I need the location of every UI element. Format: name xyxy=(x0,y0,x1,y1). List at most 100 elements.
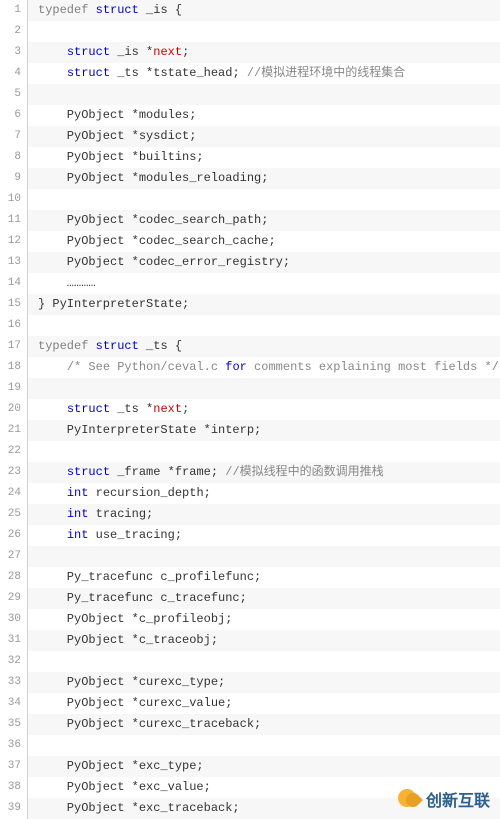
code-line: struct _ts *tstate_head; //模拟进程环境中的线程集合 xyxy=(28,63,500,84)
code-token: _is * xyxy=(110,45,153,59)
line-number: 35 xyxy=(0,714,27,735)
code-token: int xyxy=(67,486,89,500)
code-token: PyObject *builtins; xyxy=(38,150,204,164)
code-line xyxy=(28,735,500,756)
code-token: PyObject *modules_reloading; xyxy=(38,171,268,185)
code-token: ; xyxy=(182,45,189,59)
code-line: PyObject *modules_reloading; xyxy=(28,168,500,189)
code-line: PyObject *exc_type; xyxy=(28,756,500,777)
code-token: struct xyxy=(67,465,110,479)
code-token: PyObject *exc_traceback; xyxy=(38,801,240,815)
code-token: tracing; xyxy=(88,507,153,521)
line-number: 39 xyxy=(0,798,27,819)
code-area: typedef struct _is { struct _is *next; s… xyxy=(28,0,500,819)
code-container: 1234567891011121314151617181920212223242… xyxy=(0,0,500,819)
code-line: int recursion_depth; xyxy=(28,483,500,504)
line-number: 19 xyxy=(0,378,27,399)
line-number: 11 xyxy=(0,210,27,231)
code-line xyxy=(28,21,500,42)
code-line: int use_tracing; xyxy=(28,525,500,546)
code-token: } PyInterpreterState; xyxy=(38,297,189,311)
code-line: struct _is *next; xyxy=(28,42,500,63)
code-line: PyInterpreterState *interp; xyxy=(28,420,500,441)
code-line: PyObject *codec_search_path; xyxy=(28,210,500,231)
code-token: next xyxy=(153,402,182,416)
line-number: 26 xyxy=(0,525,27,546)
code-token: _ts { xyxy=(139,339,182,353)
line-number: 8 xyxy=(0,147,27,168)
code-token: Py_tracefunc c_profilefunc; xyxy=(38,570,261,584)
code-line: PyObject *curexc_traceback; xyxy=(28,714,500,735)
code-token xyxy=(38,528,67,542)
line-number: 24 xyxy=(0,483,27,504)
line-number: 33 xyxy=(0,672,27,693)
line-number: 36 xyxy=(0,735,27,756)
code-line xyxy=(28,441,500,462)
code-token xyxy=(38,507,67,521)
code-line: typedef struct _ts { xyxy=(28,336,500,357)
line-number: 28 xyxy=(0,567,27,588)
code-line xyxy=(28,546,500,567)
code-token: struct xyxy=(96,339,139,353)
code-line: PyObject *modules; xyxy=(28,105,500,126)
code-token: PyObject *exc_value; xyxy=(38,780,211,794)
code-line xyxy=(28,189,500,210)
code-token: //模拟进程环境中的线程集合 xyxy=(247,66,405,80)
code-token: _ts *tstate_head; xyxy=(110,66,247,80)
line-number: 3 xyxy=(0,42,27,63)
line-number: 13 xyxy=(0,252,27,273)
line-number: 23 xyxy=(0,462,27,483)
code-token xyxy=(38,66,67,80)
code-token: _is { xyxy=(139,3,182,17)
code-line: /* See Python/ceval.c for comments expla… xyxy=(28,357,500,378)
line-number: 15 xyxy=(0,294,27,315)
code-token: recursion_depth; xyxy=(88,486,210,500)
code-token xyxy=(38,402,67,416)
line-number: 37 xyxy=(0,756,27,777)
line-number-gutter: 1234567891011121314151617181920212223242… xyxy=(0,0,28,819)
code-line: PyObject *c_traceobj; xyxy=(28,630,500,651)
code-token xyxy=(88,339,95,353)
code-line xyxy=(28,84,500,105)
line-number: 30 xyxy=(0,609,27,630)
code-token xyxy=(38,360,67,374)
code-line xyxy=(28,315,500,336)
code-token: typedef xyxy=(38,3,88,17)
code-token: int xyxy=(67,528,89,542)
code-line: PyObject *curexc_type; xyxy=(28,672,500,693)
code-token: struct xyxy=(96,3,139,17)
line-number: 27 xyxy=(0,546,27,567)
code-token: typedef xyxy=(38,339,88,353)
line-number: 9 xyxy=(0,168,27,189)
code-token xyxy=(38,465,67,479)
code-token: PyObject *sysdict; xyxy=(38,129,196,143)
line-number: 2 xyxy=(0,21,27,42)
code-token: struct xyxy=(67,402,110,416)
line-number: 7 xyxy=(0,126,27,147)
line-number: 18 xyxy=(0,357,27,378)
code-token xyxy=(38,45,67,59)
code-token: struct xyxy=(67,66,110,80)
watermark-icon xyxy=(398,787,422,811)
code-line: PyObject *c_profileobj; xyxy=(28,609,500,630)
code-line: typedef struct _is { xyxy=(28,0,500,21)
code-token: /* See Python/ceval.c xyxy=(67,360,225,374)
code-line: PyObject *builtins; xyxy=(28,147,500,168)
line-number: 31 xyxy=(0,630,27,651)
code-token: //模拟线程中的函数调用推栈 xyxy=(225,465,383,479)
watermark: 创新互联 xyxy=(398,787,490,811)
code-token: PyInterpreterState *interp; xyxy=(38,423,261,437)
code-token: PyObject *c_traceobj; xyxy=(38,633,218,647)
line-number: 6 xyxy=(0,105,27,126)
line-number: 1 xyxy=(0,0,27,21)
line-number: 21 xyxy=(0,420,27,441)
code-line: PyObject *codec_search_cache; xyxy=(28,231,500,252)
code-line: struct _frame *frame; //模拟线程中的函数调用推栈 xyxy=(28,462,500,483)
line-number: 17 xyxy=(0,336,27,357)
line-number: 10 xyxy=(0,189,27,210)
code-token: PyObject *exc_type; xyxy=(38,759,204,773)
line-number: 25 xyxy=(0,504,27,525)
code-line: PyObject *sysdict; xyxy=(28,126,500,147)
code-token xyxy=(38,486,67,500)
code-token: PyObject *curexc_type; xyxy=(38,675,225,689)
